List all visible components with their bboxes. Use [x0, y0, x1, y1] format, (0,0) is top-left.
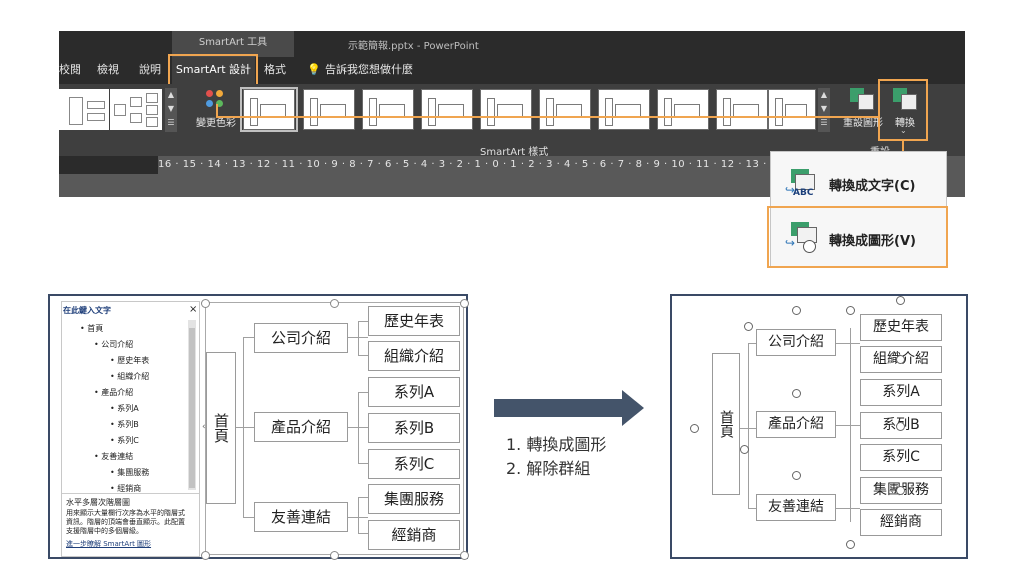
resize-handle[interactable]	[330, 299, 339, 308]
smartart-level3-node[interactable]: 系列A	[368, 377, 460, 407]
rotate-handle[interactable]	[792, 389, 801, 398]
layout-thumbnail[interactable]	[110, 89, 162, 130]
tab-review[interactable]: 校閱	[59, 57, 81, 83]
adjust-handle[interactable]	[740, 445, 749, 454]
design-tab-highlight	[168, 54, 258, 86]
rotate-handle[interactable]	[792, 306, 801, 315]
shape-level3-node[interactable]: 系列A	[860, 379, 942, 406]
step-item: 1. 轉換成圖形	[506, 435, 607, 454]
resize-handle[interactable]	[460, 299, 469, 308]
shape-level2-node[interactable]: 友善連結	[756, 494, 836, 521]
text-pane-title: 在此鍵入文字	[63, 306, 111, 315]
document-title: 示範簡報.pptx - PowerPoint	[348, 41, 479, 52]
smartart-style-thumb[interactable]	[303, 89, 355, 130]
tab-format[interactable]: 格式	[264, 57, 286, 83]
tp-item[interactable]: • 公司介紹	[94, 339, 133, 350]
callout-connector	[216, 116, 880, 118]
tp-item[interactable]: • 首頁	[80, 323, 103, 334]
gallery-scroll[interactable]: ▲ ▼ ☰	[818, 88, 830, 132]
smartart-style-thumb[interactable]	[362, 89, 414, 130]
resize-handle[interactable]	[201, 299, 210, 308]
rotate-handle[interactable]	[744, 322, 753, 331]
smartart-style-thumb[interactable]	[598, 89, 650, 130]
smartart-level3-node[interactable]: 歷史年表	[368, 306, 460, 336]
learn-more-link[interactable]: 進一步瞭解 SmartArt 圖形	[66, 539, 151, 549]
lightbulb-icon: 💡	[307, 63, 321, 76]
shape-level3-node[interactable]: 經銷商	[860, 509, 942, 536]
text-pane: 在此鍵入文字 × • 首頁 • 公司介紹 • 歷史年表 • 組織介紹 • 產品介…	[61, 301, 200, 557]
shape-level3-node[interactable]: 歷史年表	[860, 314, 942, 341]
smartart-root-node[interactable]: 首頁	[206, 352, 236, 504]
tell-me-search[interactable]: 告訴我您想做什麼	[325, 57, 413, 83]
rotate-handle[interactable]	[896, 486, 905, 495]
tp-item[interactable]: • 系列C	[110, 435, 139, 446]
close-icon[interactable]: ×	[189, 304, 197, 315]
tab-view[interactable]: 檢視	[97, 57, 119, 83]
tp-item[interactable]: • 友善連結	[94, 451, 133, 462]
callout-connector	[216, 104, 218, 118]
layout-description: 支援階層中的多個層級。	[66, 527, 143, 535]
tp-item[interactable]: • 系列A	[110, 403, 139, 414]
layout-thumbnail[interactable]	[59, 89, 109, 130]
steps-list: 1. 轉換成圖形 2. 解除群組	[506, 433, 606, 481]
tp-item[interactable]: • 集團服務	[110, 467, 149, 478]
resize-handle[interactable]	[460, 551, 469, 560]
smartart-style-thumb[interactable]	[768, 89, 816, 130]
tp-item[interactable]: • 組織介紹	[110, 371, 149, 382]
convert-highlight	[878, 79, 928, 141]
smartart-level2-node[interactable]: 公司介紹	[254, 323, 348, 353]
process-arrow	[494, 390, 644, 426]
smartart-style-thumb[interactable]	[243, 89, 295, 130]
smartart-style-thumb[interactable]	[539, 89, 591, 130]
smartart-level3-node[interactable]: 集團服務	[368, 484, 460, 514]
text-pane-scrollbar[interactable]	[188, 320, 196, 490]
shape-level3-node[interactable]: 系列C	[860, 444, 942, 471]
rotate-handle[interactable]	[690, 424, 699, 433]
menu-item-convert-to-text[interactable]: ABC ↪ 轉換成文字(C)	[771, 159, 946, 209]
text-pane-toggle[interactable]: ‹	[202, 422, 206, 432]
smartart-style-thumb[interactable]	[480, 89, 532, 130]
shape-level2-node[interactable]: 公司介紹	[756, 329, 836, 356]
rotate-handle[interactable]	[896, 296, 905, 305]
convert-to-shapes-highlight	[767, 206, 948, 268]
rotate-handle[interactable]	[792, 471, 801, 480]
rotate-handle[interactable]	[896, 355, 905, 364]
smartart-level2-node[interactable]: 產品介紹	[254, 412, 348, 442]
rotate-handle[interactable]	[846, 306, 855, 315]
resize-handle[interactable]	[330, 551, 339, 560]
reset-graphic-icon[interactable]	[850, 88, 874, 110]
menu-label: 轉換成文字(C)	[829, 179, 916, 194]
tp-item[interactable]: • 系列B	[110, 419, 139, 430]
tab-help[interactable]: 說明	[139, 57, 161, 83]
tp-item[interactable]: • 歷史年表	[110, 355, 149, 366]
smartart-level3-node[interactable]: 系列C	[368, 449, 460, 479]
convert-to-text-icon: ABC ↪	[785, 169, 819, 199]
adjust-handle[interactable]	[846, 540, 855, 549]
smartart-level2-node[interactable]: 友善連結	[254, 502, 348, 532]
smartart-level3-node[interactable]: 經銷商	[368, 520, 460, 550]
shape-level2-node[interactable]: 產品介紹	[756, 411, 836, 438]
rotate-handle[interactable]	[896, 422, 905, 431]
resize-handle[interactable]	[201, 551, 210, 560]
smartart-style-thumb[interactable]	[716, 89, 768, 130]
smartart-level3-node[interactable]: 系列B	[368, 413, 460, 443]
smartart-style-thumb[interactable]	[421, 89, 473, 130]
tp-item[interactable]: • 產品介紹	[94, 387, 133, 398]
shape-root-node[interactable]: 首頁	[712, 353, 740, 495]
step-item: 2. 解除群組	[506, 459, 591, 478]
layout-description-title: 水平多層次階層圖	[66, 498, 130, 507]
smartart-level3-node[interactable]: 組織介紹	[368, 341, 460, 371]
gallery-scroll[interactable]: ▲ ▼ ☰	[165, 88, 177, 132]
smartart-style-thumb[interactable]	[657, 89, 709, 130]
